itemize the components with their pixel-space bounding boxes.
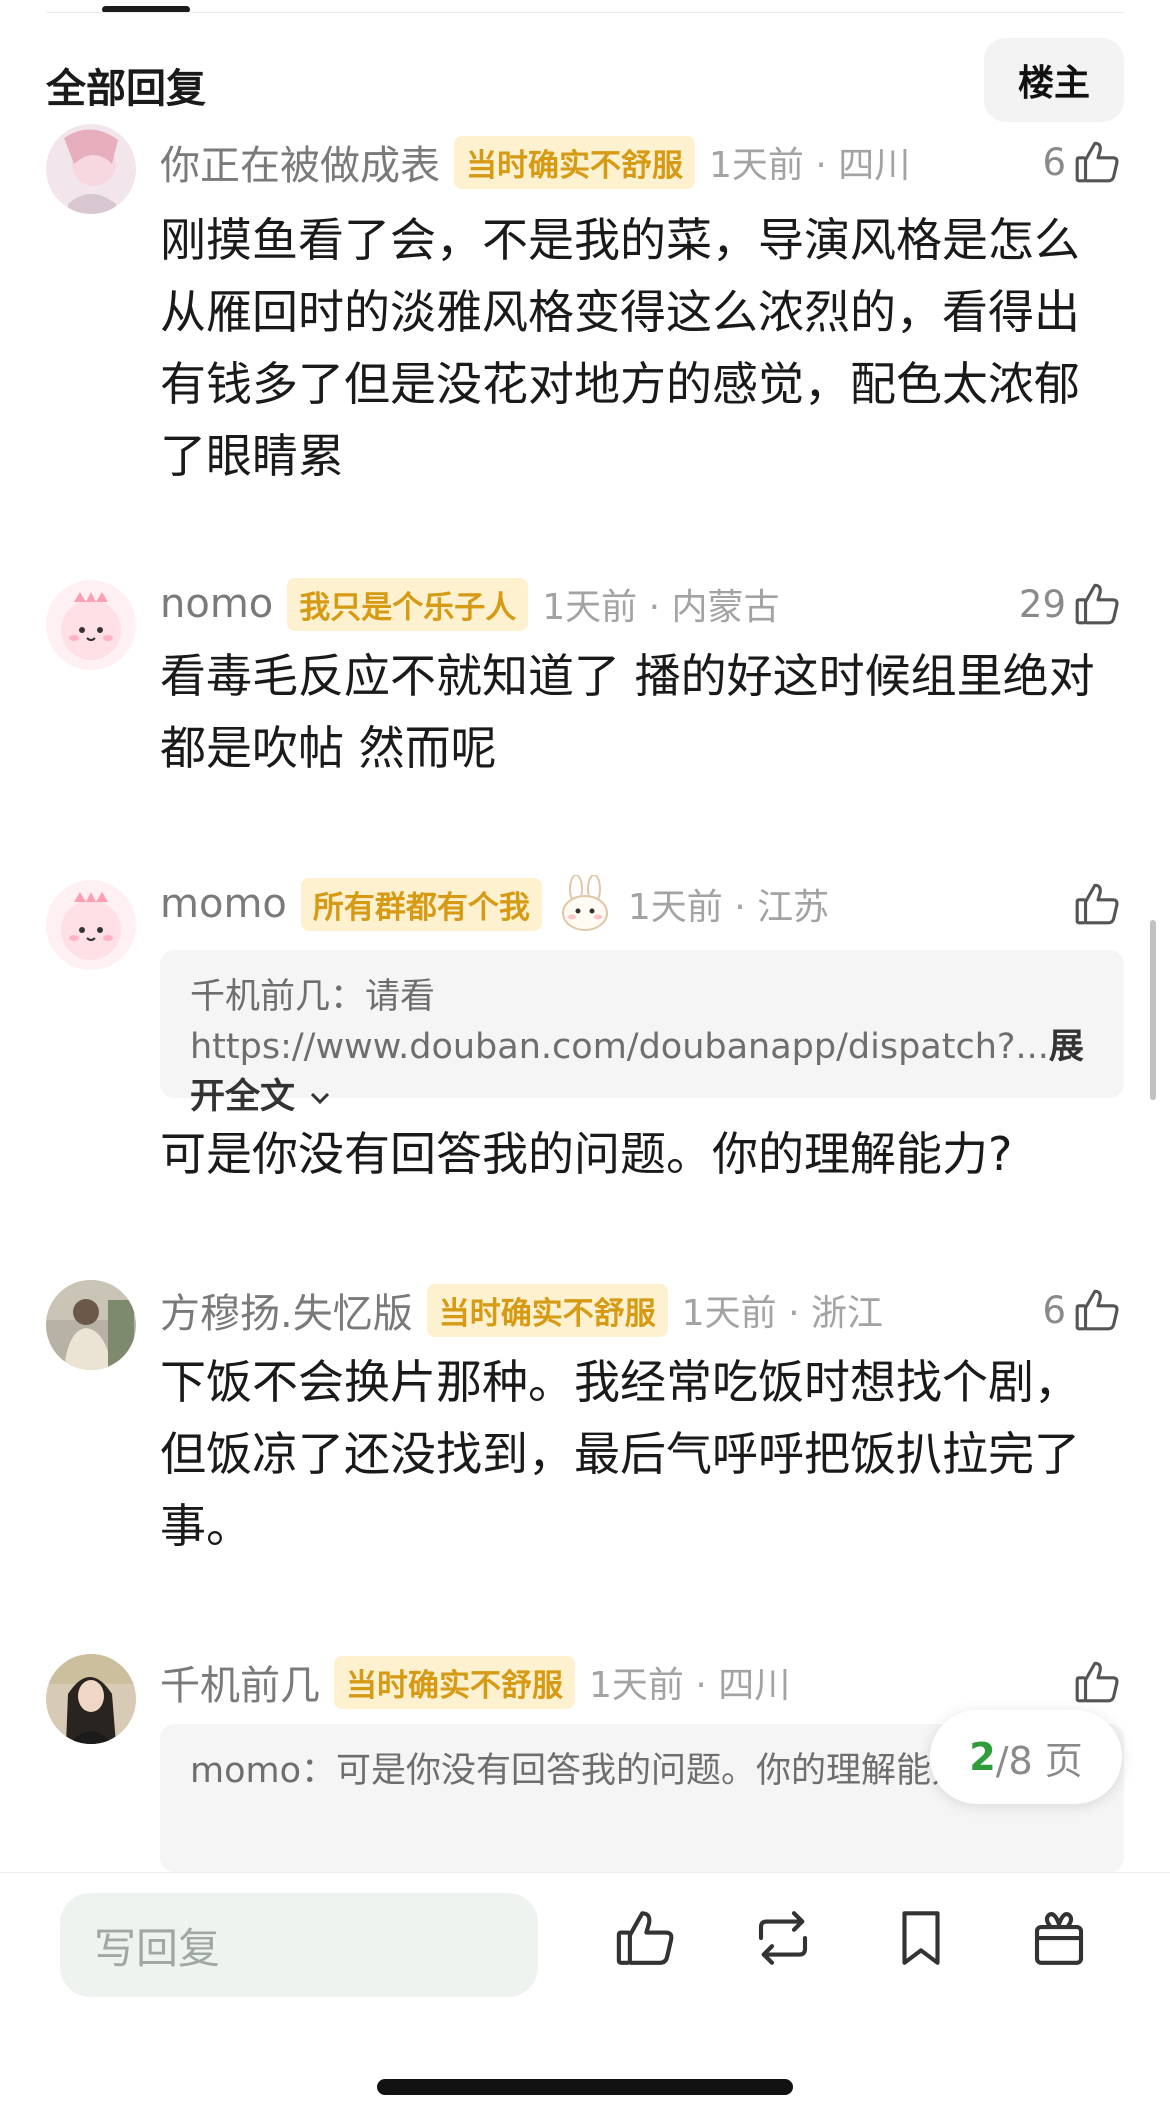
op-only-button[interactable]: 楼主: [984, 38, 1124, 122]
thumbs-up-icon: [1072, 1657, 1122, 1707]
avatar[interactable]: [46, 1654, 136, 1744]
thumbs-up-icon: [1072, 879, 1122, 929]
quoted-reply[interactable]: 千机前几：请看https://www.douban.com/doubanapp/…: [160, 950, 1124, 1117]
avatar[interactable]: [46, 1280, 136, 1370]
like-button[interactable]: 6: [1042, 132, 1122, 192]
comment-meta: momo 所有群都有个我 1天前 · 江苏: [160, 874, 829, 934]
rabbit-emoji-icon: [556, 874, 614, 933]
avatar[interactable]: [46, 124, 136, 214]
username[interactable]: nomo: [160, 581, 273, 627]
timestamp: 1天前 · 四川: [709, 145, 911, 186]
username[interactable]: 你正在被做成表: [160, 133, 440, 191]
avatar[interactable]: [46, 580, 136, 670]
username[interactable]: 千机前几: [160, 1653, 320, 1711]
comment-meta: 方穆扬.失忆版 当时确实不舒服 1天前 · 浙江: [160, 1280, 883, 1340]
group-badge: 当时确实不舒服: [426, 1283, 668, 1337]
comment-text: 下饭不会换片那种。我经常吃饭时想找个剧，但饭凉了还没找到，最后气呼呼把饭扒拉完了…: [160, 1355, 1080, 1553]
quote-text: 千机前几：请看https://www.douban.com/doubanapp/…: [190, 977, 1049, 1067]
like-icon[interactable]: [612, 1905, 678, 1971]
top-divider: [46, 12, 1124, 13]
username[interactable]: momo: [160, 881, 287, 927]
like-button[interactable]: 29: [1019, 574, 1122, 634]
comment-meta: 你正在被做成表 当时确实不舒服 1天前 · 四川: [160, 132, 910, 192]
repost-icon[interactable]: [750, 1905, 816, 1971]
comment-meta: 千机前几 当时确实不舒服 1天前 · 四川: [160, 1652, 790, 1712]
like-button[interactable]: [1072, 1652, 1122, 1712]
timestamp: 1天前 · 浙江: [681, 1293, 883, 1334]
comment-meta: nomo 我只是个乐子人 1天前 · 内蒙古: [160, 574, 780, 634]
group-badge: 我只是个乐子人: [287, 577, 529, 631]
reply-input[interactable]: 写回复: [60, 1893, 538, 1997]
thumbs-up-icon: [1072, 137, 1122, 187]
thumbs-up-icon: [1072, 1285, 1122, 1335]
timestamp: 1天前 · 内蒙古: [542, 587, 780, 628]
like-count: 6: [1042, 1288, 1066, 1332]
like-button[interactable]: [1072, 874, 1122, 934]
comment-text: 可是你没有回答我的问题。你的理解能力?: [160, 1127, 1013, 1181]
like-count: 6: [1042, 140, 1066, 184]
comment-text: 刚摸鱼看了会，不是我的菜，导演风格是怎么从雁回时的淡雅风格变得这么浓烈的，看得出…: [160, 213, 1080, 483]
current-page: 2: [969, 1735, 996, 1779]
total-pages: /8 页: [995, 1738, 1083, 1783]
scrollbar[interactable]: [1150, 920, 1156, 1100]
page-indicator[interactable]: 2/8 页: [930, 1710, 1122, 1804]
chevron-down-icon: [307, 1077, 333, 1117]
timestamp: 1天前 · 江苏: [627, 887, 830, 928]
comment-text: 看毒毛反应不就知道了 播的好这时候组里绝对都是吹帖 然而呢: [160, 649, 1095, 775]
timestamp: 1天前 · 四川: [589, 1665, 791, 1706]
gift-icon[interactable]: [1026, 1905, 1092, 1971]
username[interactable]: 方穆扬.失忆版: [160, 1281, 413, 1339]
section-title: 全部回复: [46, 66, 206, 112]
home-indicator: [377, 2079, 793, 2095]
group-badge: 所有群都有个我: [300, 877, 542, 931]
avatar[interactable]: [46, 880, 136, 970]
bookmark-icon[interactable]: [888, 1905, 954, 1971]
group-badge: 当时确实不舒服: [454, 135, 695, 189]
like-count: 29: [1018, 582, 1066, 626]
like-button[interactable]: 6: [1042, 1280, 1122, 1340]
thumbs-up-icon: [1072, 579, 1122, 629]
group-badge: 当时确实不舒服: [334, 1655, 575, 1709]
quote-text: momo：可是你没有回答我的问题。你的理解能力?: [190, 1751, 985, 1791]
